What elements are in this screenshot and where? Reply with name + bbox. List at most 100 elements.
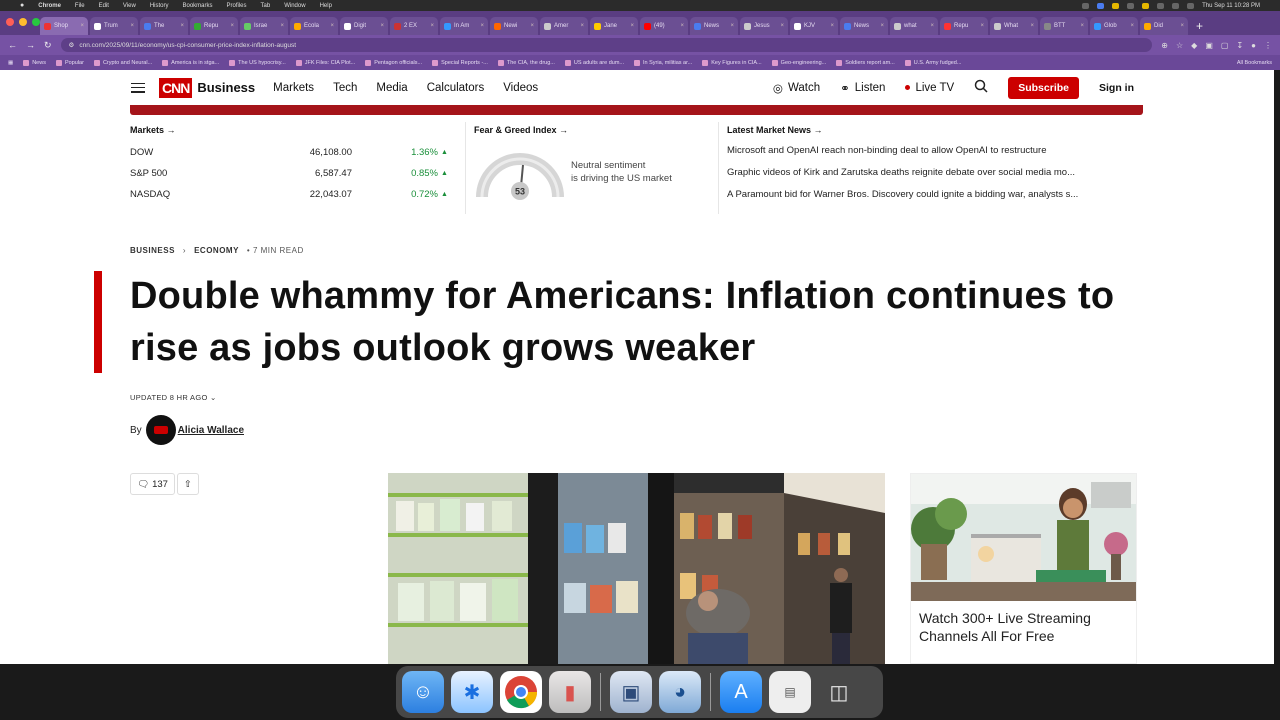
- bookmark-item[interactable]: Pentagon officials...: [365, 59, 422, 66]
- tab-search-icon[interactable]: ▢: [1221, 41, 1229, 50]
- site-info-icon[interactable]: ⚙: [69, 41, 75, 49]
- close-tab-icon[interactable]: ×: [330, 23, 334, 29]
- watch-link[interactable]: ◎ Watch: [773, 81, 820, 95]
- close-tab-icon[interactable]: ×: [480, 23, 484, 29]
- close-tab-icon[interactable]: ×: [430, 23, 434, 29]
- nav-link-media[interactable]: Media: [376, 82, 407, 94]
- close-tab-icon[interactable]: ×: [530, 23, 534, 29]
- close-tab-icon[interactable]: ×: [1130, 23, 1134, 29]
- browser-tab[interactable]: Newi ×: [490, 17, 538, 35]
- bookmark-item[interactable]: Special Reports -...: [432, 59, 488, 66]
- live-tv-link[interactable]: Live TV: [905, 82, 954, 94]
- browser-tab[interactable]: Repu ×: [940, 17, 988, 35]
- news-link[interactable]: A Paramount bid for Warner Bros. Discove…: [727, 183, 1137, 205]
- close-tab-icon[interactable]: ×: [630, 23, 634, 29]
- menubar-window[interactable]: Window: [284, 3, 305, 9]
- status-icon[interactable]: [1142, 2, 1150, 9]
- browser-tab[interactable]: what ×: [890, 17, 938, 35]
- close-tab-icon[interactable]: ×: [780, 23, 784, 29]
- browser-tab[interactable]: News ×: [840, 17, 888, 35]
- browser-tab[interactable]: BTT ×: [1040, 17, 1088, 35]
- author-link[interactable]: Alicia Wallace: [178, 425, 244, 436]
- bookmark-item[interactable]: News: [23, 59, 46, 66]
- close-tab-icon[interactable]: ×: [380, 23, 384, 29]
- bookmark-item[interactable]: The CIA, the drug...: [497, 59, 555, 66]
- hamburger-menu-icon[interactable]: [131, 82, 145, 93]
- news-link[interactable]: Graphic videos of Kirk and Zarutska deat…: [727, 161, 1137, 183]
- browser-tab[interactable]: Ecola ×: [290, 17, 338, 35]
- close-window-button[interactable]: [6, 18, 14, 26]
- preview-icon[interactable]: ▣: [610, 671, 652, 713]
- browser-tab[interactable]: Glob ×: [1090, 17, 1138, 35]
- cnn-logo[interactable]: CNN: [159, 77, 193, 98]
- minimize-window-button[interactable]: [19, 18, 27, 26]
- finder-icon[interactable]: ☺: [402, 671, 444, 713]
- close-tab-icon[interactable]: ×: [680, 23, 684, 29]
- close-tab-icon[interactable]: ×: [880, 23, 884, 29]
- subscribe-button[interactable]: Subscribe: [1008, 76, 1079, 99]
- bookmark-item[interactable]: Soldiers report am...: [836, 59, 895, 66]
- status-icon[interactable]: [1097, 2, 1105, 9]
- nav-link-markets[interactable]: Markets: [273, 82, 314, 94]
- article-hero-image[interactable]: [388, 473, 885, 664]
- browser-tab[interactable]: Trum ×: [90, 17, 138, 35]
- browser-tab[interactable]: KJV ×: [790, 17, 838, 35]
- news-link[interactable]: Microsoft and OpenAI reach non-binding d…: [727, 139, 1137, 161]
- nav-link-videos[interactable]: Videos: [503, 82, 538, 94]
- browser-tab[interactable]: Digit ×: [340, 17, 388, 35]
- extension-icon[interactable]: ◆: [1191, 41, 1197, 50]
- browser-tab[interactable]: 2 EX ×: [390, 17, 438, 35]
- close-tab-icon[interactable]: ×: [930, 23, 934, 29]
- bookmark-item[interactable]: JFK Files: CIA Plot...: [295, 59, 355, 66]
- listen-link[interactable]: ⚭ Listen: [840, 81, 885, 95]
- control-center-icon[interactable]: [1187, 2, 1195, 9]
- menubar-view[interactable]: View: [123, 3, 136, 9]
- close-tab-icon[interactable]: ×: [130, 23, 134, 29]
- menubar-help[interactable]: Help: [320, 3, 332, 9]
- bookmark-star-icon[interactable]: ☆: [1176, 41, 1183, 50]
- browser-tab[interactable]: Israe ×: [240, 17, 288, 35]
- bookmark-item[interactable]: The US hypocrisy...: [229, 59, 286, 66]
- menubar-app-name[interactable]: Chrome: [38, 3, 61, 9]
- bookmark-item[interactable]: Geo-engineering...: [771, 59, 826, 66]
- trash-icon[interactable]: ◫: [818, 671, 860, 713]
- status-icon[interactable]: [1082, 2, 1090, 9]
- browser-tab[interactable]: (49) ×: [640, 17, 688, 35]
- fear-greed-widget[interactable]: Fear & Greed Index → 53 Neutral sentimen…: [474, 125, 714, 200]
- bookmark-item[interactable]: In Syria, militias ar...: [634, 59, 692, 66]
- reload-icon[interactable]: ↻: [44, 40, 52, 51]
- close-tab-icon[interactable]: ×: [980, 23, 984, 29]
- back-icon[interactable]: ←: [8, 40, 17, 50]
- bookmark-item[interactable]: U.S. Army fudged...: [904, 59, 961, 66]
- close-tab-icon[interactable]: ×: [280, 23, 284, 29]
- share-button[interactable]: ⇧: [176, 473, 199, 495]
- search-icon[interactable]: [1172, 2, 1180, 9]
- close-tab-icon[interactable]: ×: [230, 23, 234, 29]
- menubar-clock[interactable]: Thu Sep 11 10:28 PM: [1202, 3, 1260, 9]
- forward-icon[interactable]: →: [26, 40, 35, 50]
- sign-in-button[interactable]: Sign in: [1099, 82, 1134, 94]
- bookmark-item[interactable]: Crypto and Neural...: [93, 59, 152, 66]
- menubar-tab[interactable]: Tab: [261, 3, 271, 9]
- updated-timestamp[interactable]: UPDATED 8 HR AGO ⌄: [130, 393, 217, 402]
- market-row-sp500[interactable]: S&P 500 6,587.47 0.85% ▲: [130, 163, 465, 184]
- breadcrumb-economy[interactable]: ECONOMY: [194, 246, 239, 255]
- status-icon[interactable]: [1112, 2, 1120, 9]
- close-tab-icon[interactable]: ×: [730, 23, 734, 29]
- bookmark-item[interactable]: Popular: [55, 59, 84, 66]
- fear-greed-heading[interactable]: Fear & Greed Index →: [474, 125, 714, 135]
- apple-icon[interactable]: ●: [20, 2, 24, 9]
- ad-banner-strip[interactable]: [130, 105, 1143, 115]
- browser-tab[interactable]: Jesus ×: [740, 17, 788, 35]
- business-brand[interactable]: Business: [197, 80, 255, 95]
- quicktime-icon[interactable]: ◕: [659, 671, 701, 713]
- status-icon[interactable]: [1127, 2, 1135, 9]
- safari-icon[interactable]: ✱: [451, 671, 493, 713]
- bookmark-item[interactable]: US adults are dum...: [564, 59, 624, 66]
- nav-link-calculators[interactable]: Calculators: [427, 82, 485, 94]
- browser-tab[interactable]: Shop ×: [40, 17, 88, 35]
- close-tab-icon[interactable]: ×: [1030, 23, 1034, 29]
- browser-tab[interactable]: What ×: [990, 17, 1038, 35]
- menubar-file[interactable]: File: [75, 3, 85, 9]
- browser-tab[interactable]: Jane ×: [590, 17, 638, 35]
